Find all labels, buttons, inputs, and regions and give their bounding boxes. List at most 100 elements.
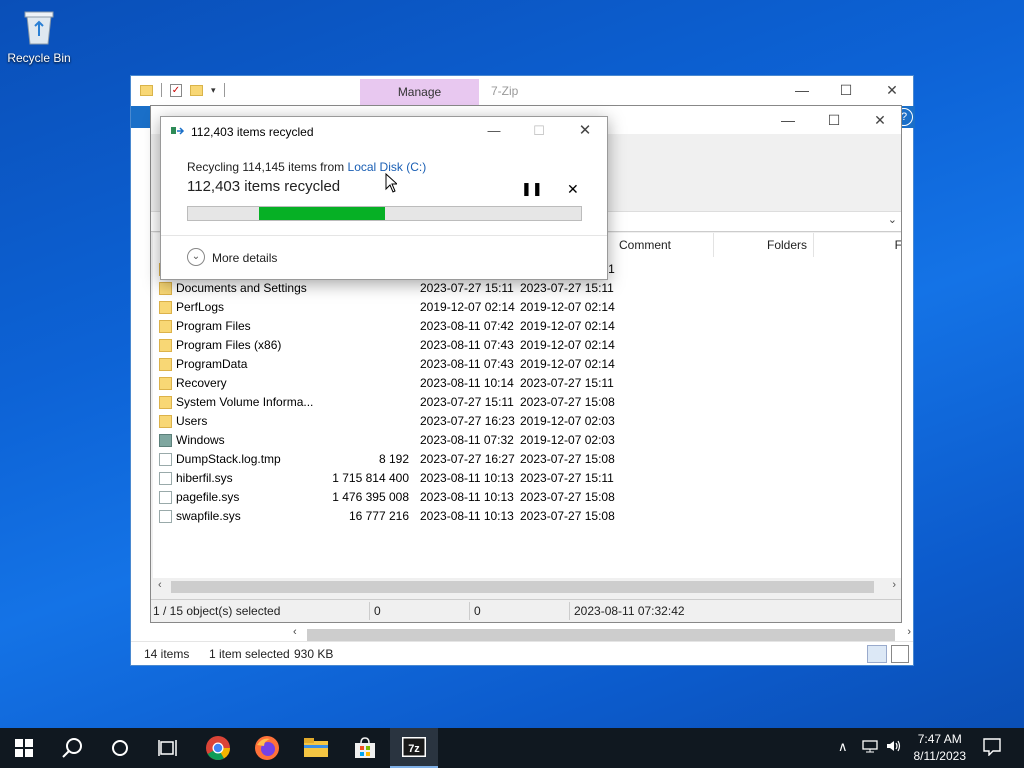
explorer-app-title: 7-Zip: [491, 84, 519, 98]
minimize-button[interactable]: —: [779, 76, 825, 106]
minimize-button[interactable]: —: [765, 106, 811, 134]
taskbar-clock[interactable]: 7:47 AM 8/11/2023: [914, 731, 967, 765]
scroll-right-icon[interactable]: ›: [892, 579, 896, 591]
cortana-button[interactable]: [96, 728, 144, 768]
action-center-button[interactable]: [983, 738, 1001, 759]
local-disk-link[interactable]: Local Disk (C:): [348, 160, 427, 174]
table-row[interactable]: PerfLogs 2019-12-07 02:14 2019-12-07 02:14: [159, 298, 899, 317]
file-name: Program Files: [176, 319, 251, 333]
table-row[interactable]: Users 2023-07-27 16:23 2019-12-07 02:03: [159, 412, 899, 431]
task-view-button[interactable]: [144, 728, 192, 768]
file-created: 2019-12-07 02:14: [520, 319, 615, 333]
network-icon[interactable]: [862, 739, 878, 756]
search-button[interactable]: [48, 728, 96, 768]
file-modified: 2023-08-11 07:32: [420, 433, 514, 447]
properties-icon[interactable]: ✓: [170, 83, 182, 97]
divider: [369, 602, 370, 620]
pause-button[interactable]: ❚❚: [521, 181, 543, 197]
folder-icon: [159, 396, 172, 409]
separator: [223, 83, 225, 97]
volume-icon[interactable]: [886, 739, 902, 756]
7zip-file-list[interactable]: Comment Folders File $WinREAgent2023-07-…: [153, 233, 901, 578]
new-folder-icon[interactable]: [190, 84, 203, 96]
maximize-button[interactable]: ☐: [823, 76, 869, 106]
status-packed-size: 0: [474, 604, 481, 618]
chrome-taskbar-button[interactable]: [194, 728, 242, 768]
chrome-icon: [206, 736, 230, 761]
file-icon: [159, 453, 172, 466]
file-modified: 2023-08-11 07:43: [420, 357, 514, 371]
explorer-titlebar: ✓ ▾ Manage 7-Zip — ☐ ✕: [131, 76, 913, 106]
scroll-right-icon[interactable]: ›: [907, 626, 911, 638]
minimize-button[interactable]: —: [471, 117, 517, 145]
table-row[interactable]: Recovery 2023-08-11 10:14 2023-07-27 15:11: [159, 374, 899, 393]
start-button[interactable]: [0, 728, 48, 768]
file-modified: 2023-08-11 10:13: [420, 509, 514, 523]
folder-icon: [159, 415, 172, 428]
table-row[interactable]: Documents and Settings 2023-07-27 15:11 20…: [159, 279, 899, 298]
separator: [161, 83, 162, 97]
7zip-taskbar-button[interactable]: 7z: [390, 728, 438, 768]
cortana-icon: [112, 740, 128, 756]
column-header-comment[interactable]: Comment: [611, 233, 714, 257]
folder-icon[interactable]: [140, 84, 153, 96]
mouse-cursor-icon: [385, 173, 397, 193]
recycle-bin-desktop-icon[interactable]: Recycle Bin: [4, 6, 74, 65]
stop-icon: ✕: [567, 181, 579, 197]
file-explorer-taskbar-button[interactable]: [292, 728, 340, 768]
column-header-folders[interactable]: Folders: [714, 233, 814, 257]
store-taskbar-button[interactable]: [341, 728, 389, 768]
file-modified: 2023-08-11 10:14: [420, 376, 514, 390]
7zip-horizontal-scrollbar[interactable]: ‹ ›: [153, 578, 901, 595]
folder-icon: [159, 358, 172, 371]
file-name: Users: [176, 414, 208, 428]
close-button[interactable]: ✕: [869, 76, 915, 106]
manage-tab[interactable]: Manage: [360, 79, 479, 106]
large-icons-view-icon[interactable]: [891, 645, 909, 663]
firefox-icon: [255, 736, 279, 760]
table-row[interactable]: Windows 2023-08-11 07:32 2019-12-07 02:03: [159, 431, 899, 450]
scroll-left-icon[interactable]: ‹: [158, 579, 162, 591]
folder-icon: [159, 301, 172, 314]
file-name: swapfile.sys: [176, 509, 241, 523]
system-file-icon: [159, 510, 172, 523]
table-row[interactable]: Program Files 2023-08-11 07:42 2019-12-07 …: [159, 317, 899, 336]
file-created: 2023-07-27 15:08: [520, 490, 615, 504]
column-header-files[interactable]: File: [814, 233, 901, 257]
file-explorer-icon: [304, 738, 328, 757]
file-modified: 2023-07-27 16:27: [420, 452, 515, 466]
scroll-left-icon[interactable]: ‹: [293, 626, 297, 638]
maximize-button[interactable]: ☐: [811, 106, 857, 134]
stop-button[interactable]: ✕: [567, 181, 579, 198]
file-created: 2019-12-07 02:03: [520, 414, 615, 428]
system-file-icon: [159, 491, 172, 504]
table-row[interactable]: System Volume Informa... 2023-07-27 15:11…: [159, 393, 899, 412]
file-name: System Volume Informa...: [176, 395, 314, 409]
system-file-icon: [159, 472, 172, 485]
file-created: 2019-12-07 02:14: [520, 300, 615, 314]
close-button[interactable]: ✕: [562, 117, 608, 145]
file-name: PerfLogs: [176, 300, 225, 314]
table-row[interactable]: swapfile.sys 16 777 216 2023-08-11 10:13 20…: [159, 507, 899, 526]
chevron-down-icon[interactable]: ⌄: [888, 213, 897, 226]
file-modified: 2023-08-11 07:42: [420, 319, 514, 333]
table-row[interactable]: pagefile.sys 1 476 395 008 2023-08-11 10:1…: [159, 488, 899, 507]
scroll-thumb[interactable]: [171, 581, 874, 593]
recycle-bin-icon: [24, 11, 54, 45]
table-row[interactable]: DumpStack.log.tmp 8 192 2023-07-27 16:27 20…: [159, 450, 899, 469]
file-name: hiberfil.sys: [176, 471, 233, 485]
details-view-icon[interactable]: [867, 645, 887, 663]
table-row[interactable]: Program Files (x86) 2023-08-11 07:43 2019-…: [159, 336, 899, 355]
table-row[interactable]: ProgramData 2023-08-11 07:43 2019-12-07 02…: [159, 355, 899, 374]
table-row[interactable]: hiberfil.sys 1 715 814 400 2023-08-11 10:1…: [159, 469, 899, 488]
file-name: DumpStack.log.tmp: [176, 452, 281, 466]
status-selected: 1 item selected: [209, 647, 290, 661]
firefox-taskbar-button[interactable]: [243, 728, 291, 768]
store-icon: [355, 737, 375, 758]
close-button[interactable]: ✕: [857, 106, 903, 134]
scroll-thumb[interactable]: [307, 629, 895, 641]
recycle-source-line: Recycling 114,145 items from Local Disk …: [187, 160, 426, 174]
recycled-count: 112,403 items recycled: [187, 178, 341, 195]
customize-arrow-icon[interactable]: ▾: [211, 85, 216, 96]
show-hidden-icons-icon[interactable]: ∧: [838, 739, 848, 755]
